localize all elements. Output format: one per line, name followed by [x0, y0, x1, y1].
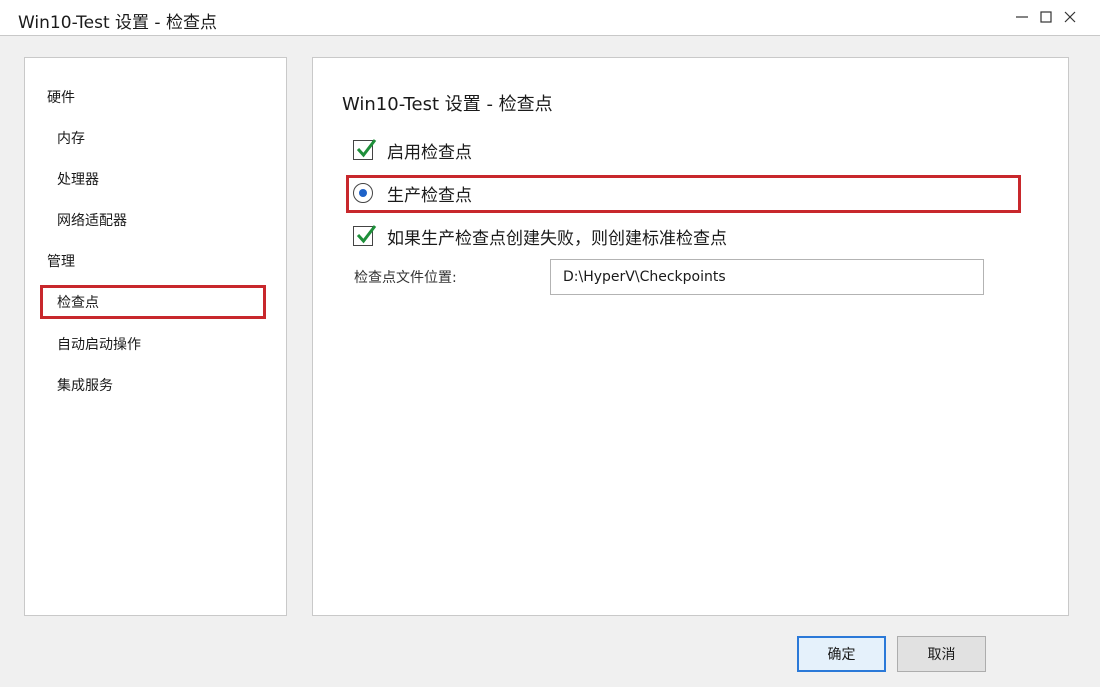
enable-checkpoints-checkbox[interactable]: 启用检查点	[353, 138, 472, 163]
fallback-standard-label: 如果生产检查点创建失败，则创建标准检查点	[387, 228, 727, 249]
production-checkpoint-label: 生产检查点	[387, 185, 472, 206]
checkpoint-settings-panel: Win10-Test 设置 - 检查点 启用检查点 生产检查点 如果生产检查点创…	[312, 57, 1069, 616]
panel-title: Win10-Test 设置 - 检查点	[342, 94, 553, 115]
title-bar: Win10-Test 设置 - 检查点	[0, 0, 1100, 36]
sidebar-group-management: 管理	[47, 254, 75, 270]
ok-button[interactable]: 确定	[797, 636, 886, 672]
close-icon[interactable]	[1056, 0, 1084, 34]
sidebar-item-network-adapter[interactable]: 网络适配器	[57, 210, 127, 230]
checkbox-box[interactable]	[353, 139, 377, 160]
checkmark-icon	[356, 225, 377, 244]
sidebar-item-memory[interactable]: 内存	[57, 128, 85, 148]
radio-button[interactable]	[353, 183, 373, 203]
radio-selected-dot	[359, 189, 367, 197]
sidebar-item-auto-start[interactable]: 自动启动操作	[57, 334, 141, 354]
sidebar-item-checkpoints[interactable]: 检查点	[57, 292, 99, 312]
settings-sidebar: 硬件 内存 处理器 网络适配器 管理 检查点 自动启动操作 集成服务	[24, 57, 287, 616]
production-checkpoint-radio[interactable]: 生产检查点	[353, 181, 472, 206]
cancel-button[interactable]: 取消	[897, 636, 986, 672]
checkbox-box[interactable]	[353, 225, 377, 246]
sidebar-item-processor[interactable]: 处理器	[57, 169, 99, 189]
checkmark-icon	[356, 139, 377, 158]
sidebar-item-integration-services[interactable]: 集成服务	[57, 375, 113, 395]
fallback-standard-checkbox[interactable]: 如果生产检查点创建失败，则创建标准检查点	[353, 224, 727, 249]
checkpoint-location-input[interactable]	[550, 259, 984, 295]
window-title: Win10-Test 设置 - 检查点	[18, 13, 217, 33]
enable-checkpoints-label: 启用检查点	[387, 142, 472, 163]
checkpoint-location-label: 检查点文件位置:	[354, 270, 457, 286]
sidebar-group-hardware: 硬件	[47, 90, 75, 106]
